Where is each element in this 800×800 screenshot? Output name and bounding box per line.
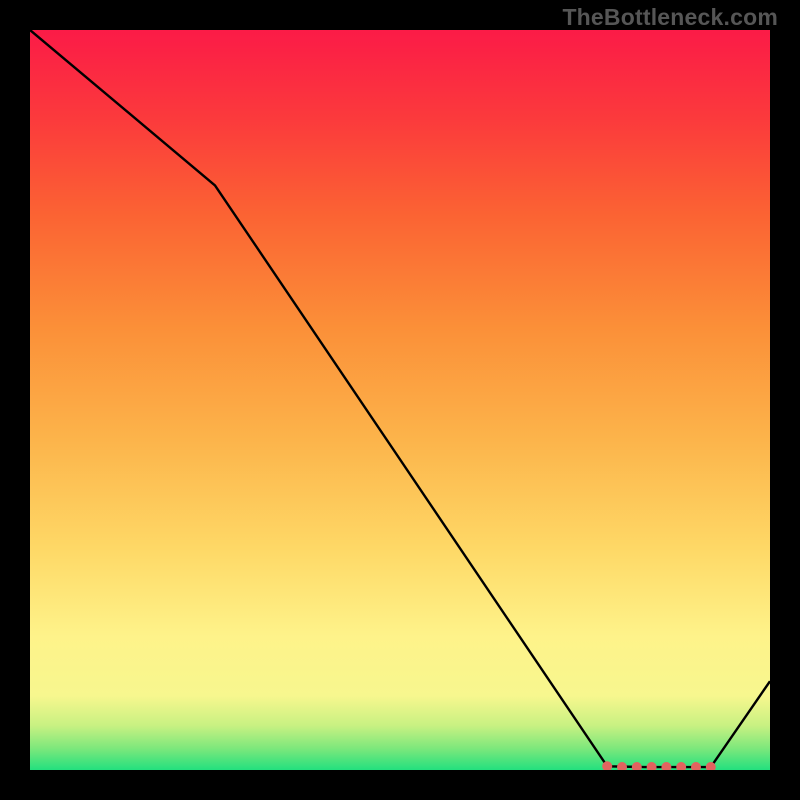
data-marker xyxy=(632,762,642,770)
plot-curve-layer xyxy=(30,30,770,770)
data-marker xyxy=(617,762,627,770)
watermark-text: TheBottleneck.com xyxy=(562,4,778,31)
data-marker xyxy=(647,762,657,770)
data-marker xyxy=(661,762,671,770)
data-line xyxy=(30,30,770,767)
data-marker xyxy=(691,762,701,770)
data-markers xyxy=(602,761,716,770)
plot-area xyxy=(30,30,770,770)
chart-frame: TheBottleneck.com xyxy=(0,0,800,800)
data-marker xyxy=(676,762,686,770)
